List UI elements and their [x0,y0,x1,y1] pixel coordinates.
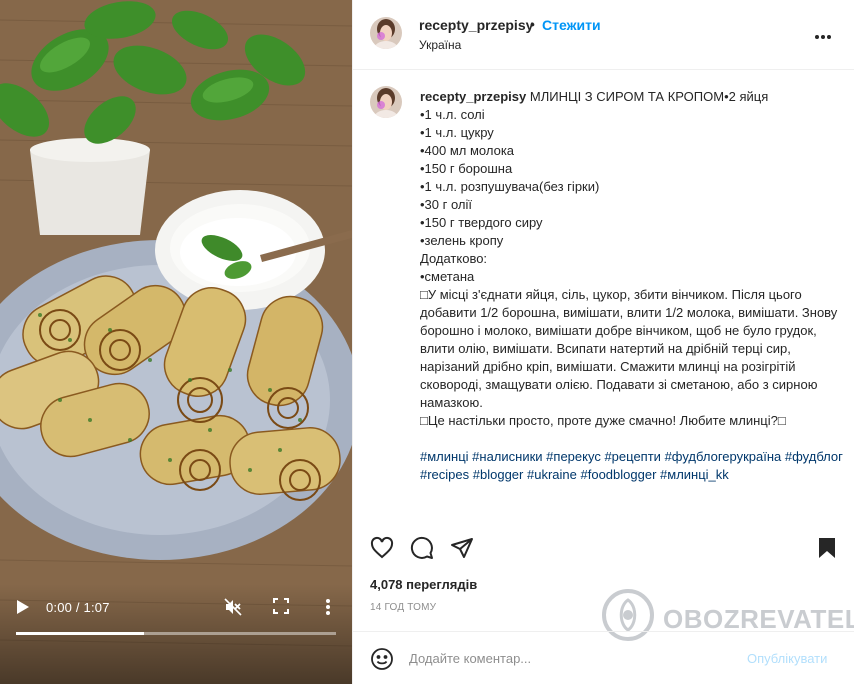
comment-icon[interactable] [410,536,434,560]
caption-avatar[interactable] [370,86,402,118]
view-count[interactable]: 4,078 переглядів [370,577,477,592]
closing-paragraph: □Це настільки просто, проте дуже смачно!… [420,413,786,428]
hashtag-link[interactable]: #foodblogger [581,467,657,482]
caption-title: МЛИНЦІ З СИРОМ ТА КРОПОМ•2 яйця [529,89,769,104]
ingredient-line: •1 ч.л. розпушувача(без гірки) [420,179,600,194]
ingredient-line: •400 мл молока [420,143,515,158]
hashtag-link[interactable]: #ukraine [527,467,577,482]
video-controls: 0:00 / 1:07 [0,594,352,620]
send-icon[interactable] [450,536,474,560]
fullscreen-icon[interactable] [273,598,289,614]
hashtags: #млинці #налисники #перекус #рецепти #фу… [420,448,845,484]
video-progress-fill [16,632,144,635]
method-text: У місці з'єднати яйця, сіль, цукор, збит… [420,287,838,410]
closing-text: Це настільки просто, проте дуже смачно! … [427,413,778,428]
hashtag-link[interactable]: #recipes [420,467,469,482]
publish-button[interactable]: Опублікувати [747,651,827,666]
hashtag-link[interactable]: #налисники [472,449,542,464]
emoji-icon[interactable] [370,647,394,671]
more-vertical-icon[interactable] [322,598,334,616]
ingredient-line: •150 г твердого сиру [420,215,543,230]
video-time: 0:00 / 1:07 [46,600,110,615]
follow-button[interactable]: Стежити [542,17,601,33]
post-actions [353,530,854,566]
hashtag-link[interactable]: #перекус [546,449,601,464]
caption-gap [420,430,845,448]
caption-area: recepty_przepisy МЛИНЦІ З СИРОМ ТА КРОПО… [353,71,854,521]
separator-dot: • [530,16,535,32]
ingredient-line: •30 г олії [420,197,473,212]
hashtag-link[interactable]: #фудблог [785,449,843,464]
more-horizontal-icon[interactable] [815,26,835,42]
ingredient-line: •1 ч.л. цукру [420,125,494,140]
method-paragraph: □У місці з'єднати яйця, сіль, цукор, зби… [420,287,838,410]
bookmark-icon[interactable] [815,536,839,560]
play-icon[interactable] [16,599,30,615]
post-location[interactable]: Україна [419,38,461,52]
avatar[interactable] [370,17,402,49]
caption-first-line: recepty_przepisy МЛИНЦІ З СИРОМ ТА КРОПО… [420,88,845,106]
video-frame-pancakes [0,0,352,684]
hashtag-link[interactable]: #blogger [473,467,524,482]
post-video[interactable]: 0:00 / 1:07 [0,0,352,684]
heart-icon[interactable] [370,536,394,560]
author-username[interactable]: recepty_przepisy [419,17,533,33]
ingredient-line: Додатково: [420,251,488,266]
post-header: recepty_przepisy • Стежити Україна [353,0,854,70]
post-timestamp[interactable]: 14 ГОД ТОМУ [370,602,436,613]
hashtag-link[interactable]: #рецепти [604,449,660,464]
video-progress-bar[interactable] [16,632,336,635]
post-caption: recepty_przepisy МЛИНЦІ З СИРОМ ТА КРОПО… [420,88,845,484]
ingredient-line: •1 ч.л. солі [420,107,485,122]
comment-bar: Опублікувати [353,631,854,684]
hashtag-link[interactable]: #млинці_kk [660,467,729,482]
caption-username[interactable]: recepty_przepisy [420,89,526,104]
volume-muted-icon[interactable] [224,598,242,616]
ingredient-line: •150 г борошна [420,161,513,176]
ingredient-line: •зелень кропу [420,233,504,248]
hashtag-link[interactable]: #млинці [420,449,469,464]
post-sidebar: recepty_przepisy • Стежити Україна recep… [352,0,854,684]
comment-input[interactable] [409,646,729,670]
hashtag-link[interactable]: #фудблогерукраїна [665,449,782,464]
ingredient-line: •сметана [420,269,475,284]
